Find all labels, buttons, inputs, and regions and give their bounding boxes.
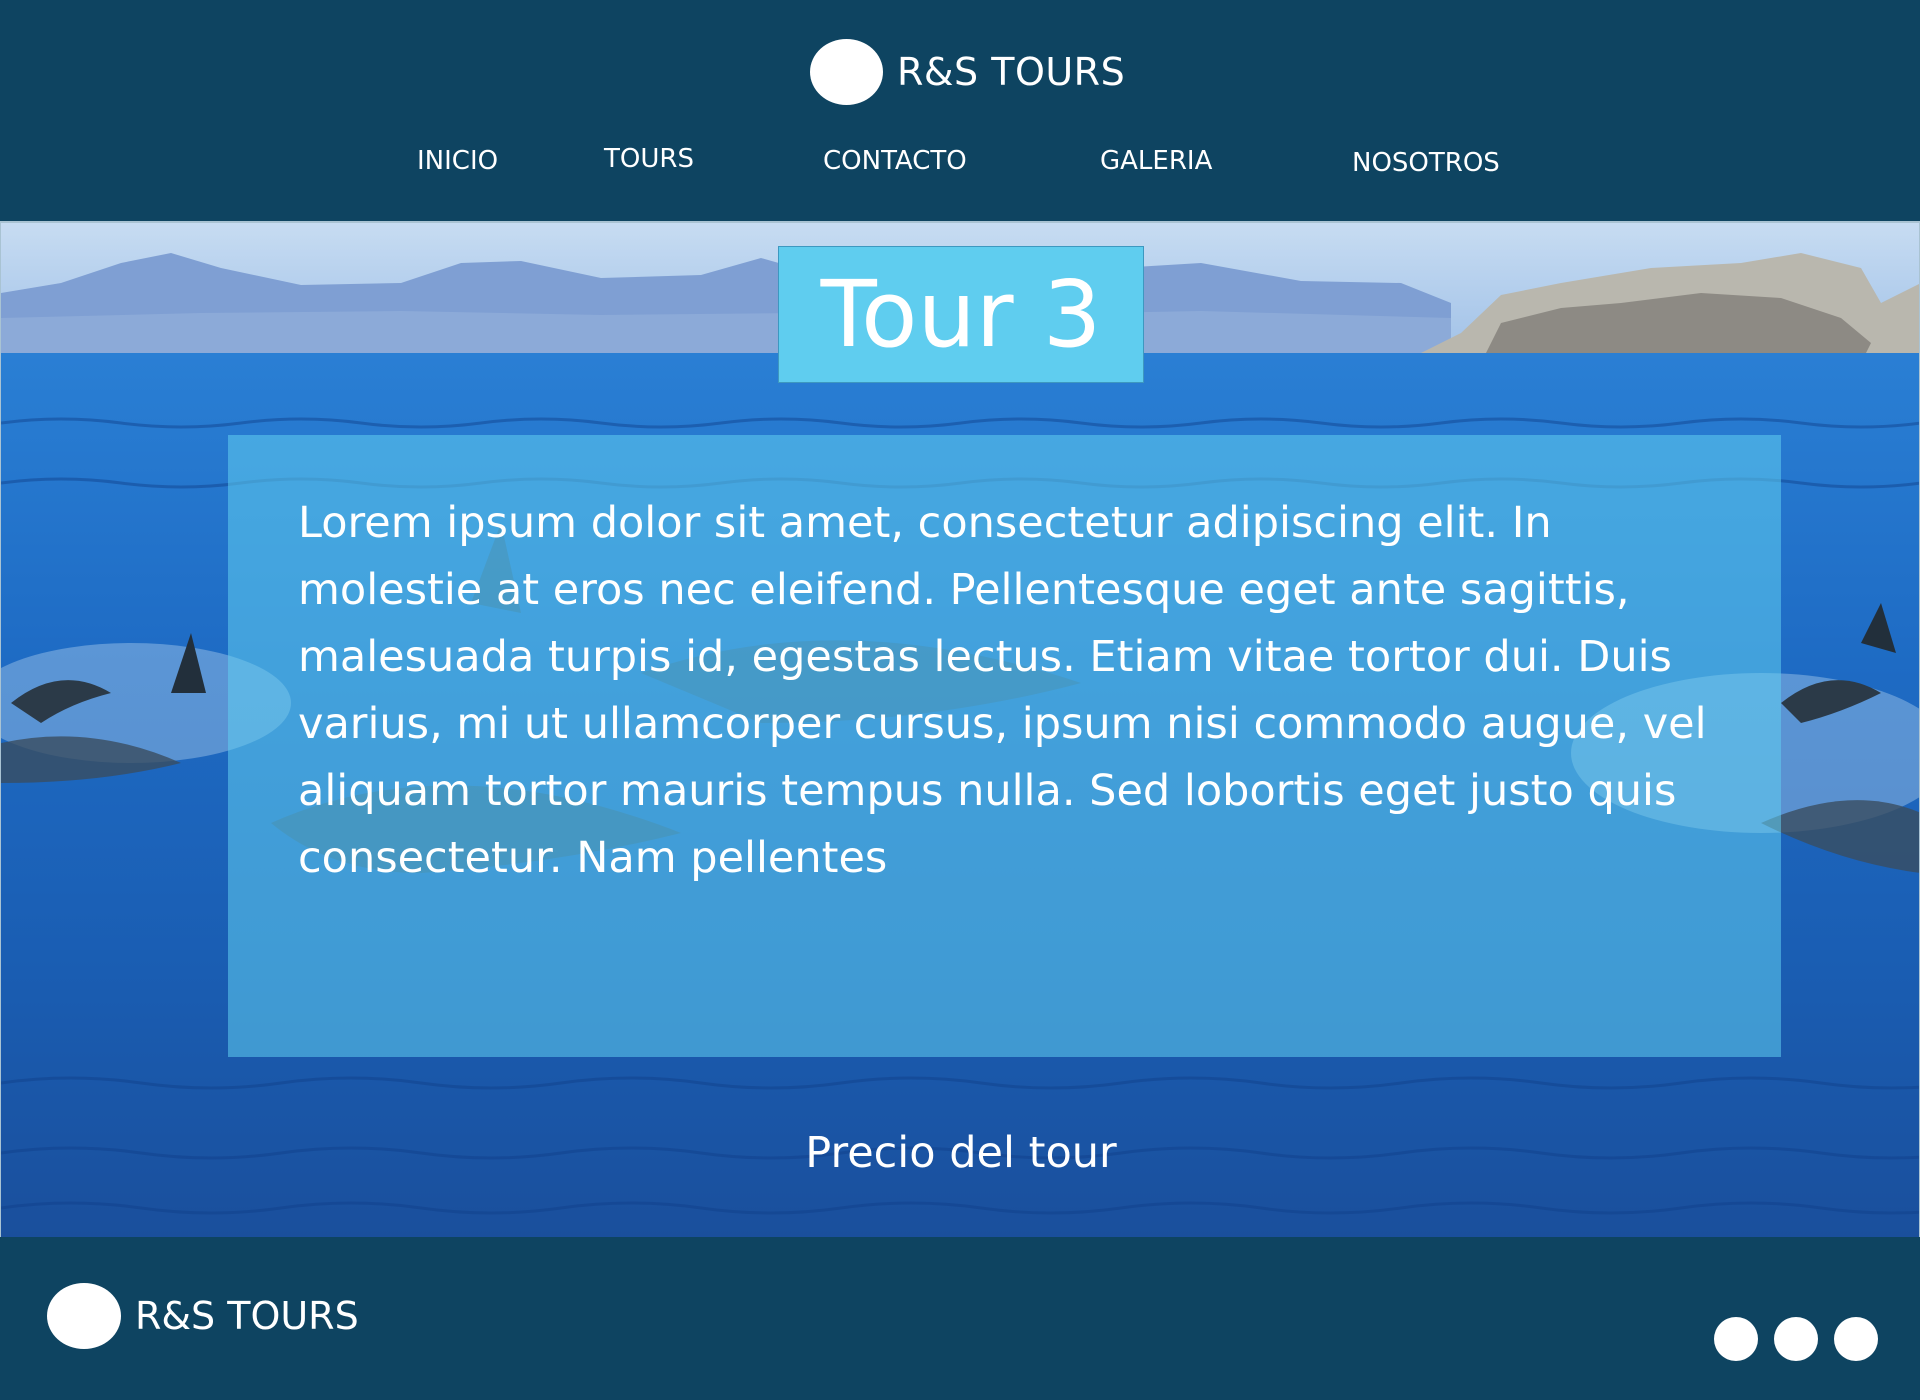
main-nav: INICIO TOURS CONTACTO GALERIA NOSOTROS: [0, 144, 1920, 186]
social-icon-3[interactable]: [1834, 1317, 1878, 1361]
footer-brand[interactable]: R&S TOURS: [47, 1282, 359, 1350]
footer-logo-icon: [47, 1283, 121, 1349]
logo-icon: [810, 39, 883, 105]
footer-brand-name: R&S TOURS: [135, 1294, 359, 1338]
nav-item-contacto[interactable]: CONTACTO: [823, 146, 967, 176]
nav-item-inicio[interactable]: INICIO: [417, 146, 498, 176]
tour-title: Tour 3: [820, 260, 1102, 368]
site-header: R&S TOURS INICIO TOURS CONTACTO GALERIA …: [0, 0, 1920, 221]
site-footer: R&S TOURS: [0, 1237, 1920, 1400]
tour-description: Lorem ipsum dolor sit amet, consectetur …: [298, 498, 1707, 883]
hero-section: Tour 3 Lorem ipsum dolor sit amet, conse…: [0, 221, 1920, 1237]
nav-item-galeria[interactable]: GALERIA: [1100, 146, 1212, 176]
tour-description-panel: Lorem ipsum dolor sit amet, consectetur …: [228, 435, 1781, 1057]
social-icon-1[interactable]: [1714, 1317, 1758, 1361]
social-links: [1714, 1317, 1878, 1361]
nav-item-nosotros[interactable]: NOSOTROS: [1352, 148, 1500, 178]
brand[interactable]: R&S TOURS: [810, 37, 1125, 107]
nav-item-tours[interactable]: TOURS: [604, 144, 694, 174]
tour-price-label: Precio del tour: [805, 1128, 1117, 1178]
brand-name: R&S TOURS: [897, 50, 1126, 94]
social-icon-2[interactable]: [1774, 1317, 1818, 1361]
tour-title-box: Tour 3: [778, 246, 1144, 383]
